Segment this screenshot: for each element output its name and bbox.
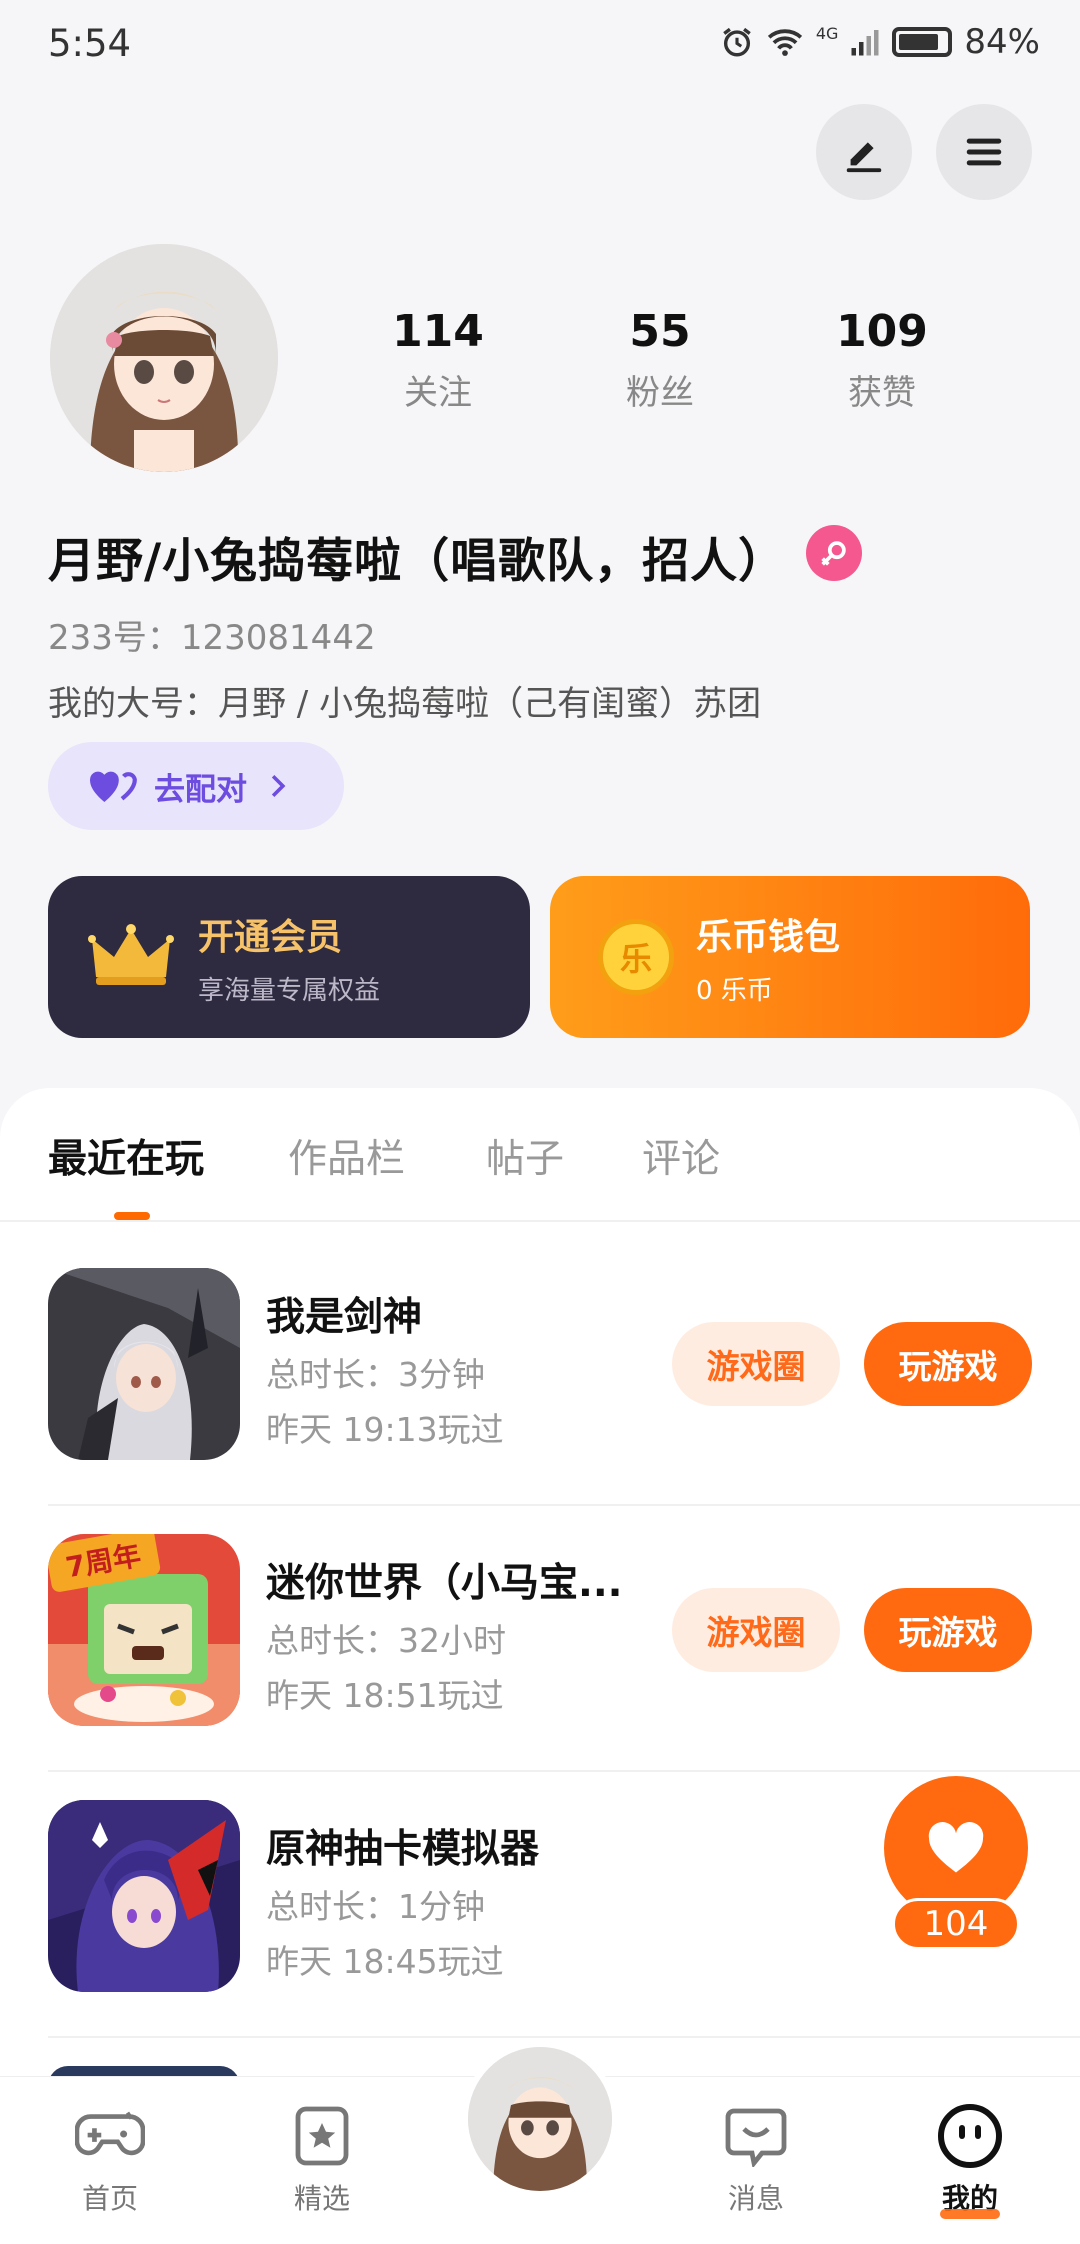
nav-mine[interactable]: 我的 [900, 2101, 1040, 2219]
followers-stat[interactable]: 55 粉丝 [560, 306, 760, 414]
play-game-button[interactable]: 玩游戏 [864, 1588, 1032, 1672]
nav-center-avatar[interactable] [462, 2041, 618, 2197]
network-type: 4G [815, 24, 839, 43]
nav-home[interactable]: 首页 [40, 2101, 180, 2217]
message-icon [721, 2101, 791, 2171]
like-count: 104 [892, 1898, 1020, 1950]
face-icon [935, 2101, 1005, 2171]
game-name: 我是剑神 [266, 1295, 423, 1340]
coin-icon: 乐 [598, 919, 674, 995]
vip-card[interactable]: 开通会员 享海量专属权益 [48, 876, 530, 1038]
game-last-played: 昨天 18:45玩过 [266, 1942, 504, 1981]
heart-pair-icon [90, 771, 137, 802]
list-divider [48, 1504, 1080, 1506]
gamepad-icon [75, 2101, 145, 2171]
vip-title: 开通会员 [198, 916, 343, 958]
nav-messages[interactable]: 消息 [686, 2101, 826, 2217]
following-stat[interactable]: 114 关注 [338, 306, 538, 414]
pair-label: 去配对 [154, 771, 247, 808]
followers-label: 粉丝 [626, 373, 694, 413]
nav-mine-underline [940, 2209, 1000, 2219]
profile-avatar[interactable] [50, 244, 278, 472]
chevron-right-icon [271, 774, 286, 798]
tab-comments[interactable]: 评论 [642, 1128, 720, 1184]
tab-indicator [114, 1212, 150, 1220]
menu-button[interactable] [936, 104, 1032, 200]
pair-button[interactable]: 去配对 [48, 742, 344, 830]
game-name: 迷你世界（小马宝... [266, 1561, 623, 1606]
game-item[interactable]: 7周年 迷你世界（小马宝... 总时长：32小时 昨天 18:51玩过 游戏圈 … [48, 1534, 1080, 1800]
game-duration: 总时长：32小时 [266, 1621, 506, 1660]
game-duration: 总时长：3分钟 [266, 1355, 485, 1394]
tab-posts[interactable]: 帖子 [486, 1128, 564, 1184]
battery-icon [892, 27, 953, 57]
wallet-card[interactable]: 乐 乐币钱包 0 乐币 [550, 876, 1030, 1038]
profile-nickname: 月野/小兔捣莓啦（唱歌队，招人） [48, 534, 787, 589]
game-icon-miniworld: 7周年 [48, 1534, 240, 1726]
likes-stat[interactable]: 109 获赞 [782, 306, 982, 414]
game-item[interactable]: 我是剑神 总时长：3分钟 昨天 19:13玩过 游戏圈 玩游戏 [48, 1268, 1080, 1534]
nav-featured[interactable]: 精选 [252, 2101, 392, 2217]
crown-icon [88, 924, 174, 985]
bottom-nav: 首页 精选 消息 我的 [0, 2041, 1080, 2244]
tab-divider [0, 1220, 1080, 1222]
status-icons: 4G 84% [720, 22, 1040, 62]
alarm-icon [723, 27, 751, 57]
signal-icon [851, 30, 879, 56]
edit-icon [846, 142, 882, 173]
heart-icon [928, 1822, 984, 1873]
female-icon [806, 525, 862, 581]
wifi-icon [767, 29, 802, 56]
nav-messages-label: 消息 [727, 2182, 784, 2215]
following-count: 114 [392, 306, 484, 357]
menu-icon [966, 138, 1002, 166]
battery-percent: 84% [964, 22, 1040, 62]
tab-recent[interactable]: 最近在玩 [48, 1128, 204, 1184]
play-game-button[interactable]: 玩游戏 [864, 1322, 1032, 1406]
tab-works[interactable]: 作品栏 [288, 1128, 405, 1184]
list-divider [48, 2036, 1080, 2038]
game-icon-jianshen [48, 1268, 240, 1460]
star-card-icon [287, 2101, 357, 2171]
likes-label: 获赞 [848, 373, 916, 413]
user-id: 233号：123081442 [48, 618, 376, 658]
game-last-played: 昨天 19:13玩过 [266, 1410, 504, 1449]
edit-profile-button[interactable] [816, 104, 912, 200]
wallet-balance: 0 乐币 [696, 975, 773, 1006]
nav-featured-label: 精选 [293, 2182, 350, 2215]
wallet-title: 乐币钱包 [696, 916, 841, 958]
game-name: 原神抽卡模拟器 [266, 1827, 540, 1872]
game-duration: 总时长：1分钟 [266, 1887, 485, 1926]
game-circle-button[interactable]: 游戏圈 [672, 1322, 840, 1406]
following-label: 关注 [404, 373, 472, 413]
status-bar: 5:54 4G 84% [0, 0, 1080, 92]
list-divider [48, 1770, 1080, 1772]
nav-home-label: 首页 [81, 2182, 138, 2215]
floating-like-button[interactable]: 104 [862, 1776, 1034, 1956]
game-circle-button[interactable]: 游戏圈 [672, 1588, 840, 1672]
game-last-played: 昨天 18:51玩过 [266, 1676, 504, 1715]
profile-bio: 我的大号：月野 / 小兔捣莓啦（己有闺蜜）苏团 [48, 684, 762, 724]
vip-subtitle: 享海量专属权益 [198, 975, 381, 1006]
likes-count: 109 [836, 306, 928, 357]
avatar-image [50, 244, 278, 472]
battery-level [899, 34, 939, 50]
nav-avatar [468, 2047, 612, 2191]
game-icon-genshin-sim [48, 1800, 240, 1992]
status-time: 5:54 [48, 22, 132, 65]
followers-count: 55 [629, 306, 691, 357]
